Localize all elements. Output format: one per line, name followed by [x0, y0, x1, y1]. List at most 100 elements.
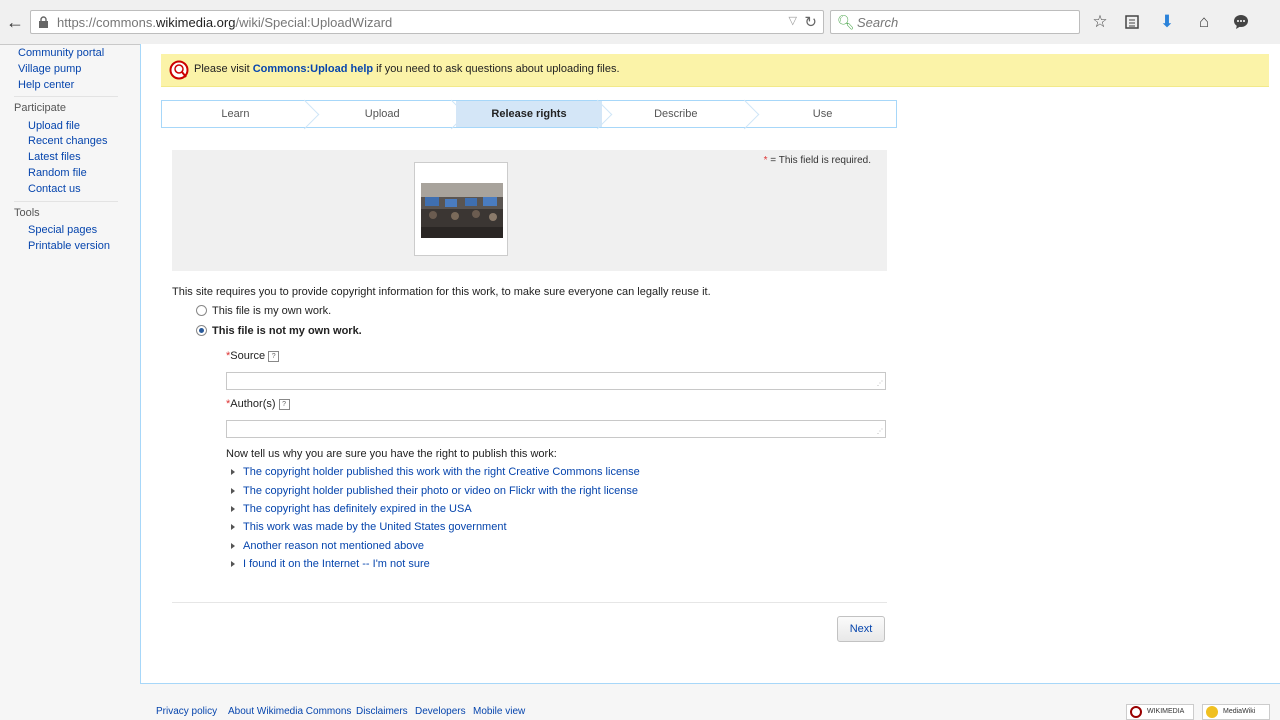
reason-label: The copyright holder published this work…	[243, 466, 640, 478]
url-text: https://commons.wikimedia.org/wiki/Speci…	[57, 15, 392, 30]
reason-creative-commons[interactable]: The copyright holder published this work…	[231, 466, 640, 478]
wizard-steps: Learn Upload Release rights Describe Use	[161, 99, 897, 130]
reason-not-sure[interactable]: I found it on the Internet -- I'm not su…	[231, 558, 430, 570]
resize-grip-icon[interactable]: ⋰	[877, 381, 884, 388]
help-notice: Please visit Commons:Upload help if you …	[161, 54, 1269, 87]
notice-text-before: Please visit	[194, 63, 253, 75]
footer-link-developers[interactable]: Developers	[415, 706, 466, 717]
footer-link-mobile-view[interactable]: Mobile view	[473, 706, 525, 717]
upload-help-link[interactable]: Commons:Upload help	[253, 63, 373, 75]
source-label: *Source?	[226, 350, 280, 362]
back-arrow-icon[interactable]: ←	[4, 11, 26, 33]
thumbnail-frame	[414, 162, 508, 256]
expand-arrow-icon	[231, 469, 235, 476]
step-release-rights[interactable]: Release rights	[455, 99, 613, 130]
wikimedia-badge[interactable]: WIKIMEDIA	[1126, 704, 1194, 720]
footer-link-about[interactable]: About Wikimedia Commons	[228, 706, 351, 717]
step-label: Describe	[654, 108, 698, 120]
step-label: Learn	[221, 108, 250, 120]
next-button[interactable]: Next	[837, 616, 885, 642]
rights-prompt: Now tell us why you are sure you have th…	[226, 448, 557, 460]
reason-label: The copyright has definitely expired in …	[243, 503, 472, 515]
download-icon[interactable]: ⬇	[1157, 12, 1177, 32]
help-icon[interactable]: ?	[268, 350, 280, 362]
sidebar-link-latest-files[interactable]: Latest files	[28, 151, 81, 163]
mediawiki-badge[interactable]: MediaWiki	[1202, 704, 1270, 720]
lock-icon	[39, 16, 48, 28]
author-field[interactable]: ⋰	[226, 420, 886, 438]
home-icon[interactable]: ⌂	[1194, 12, 1214, 32]
copyright-lead-text: This site requires you to provide copyri…	[172, 286, 711, 298]
not-own-work-radio[interactable]	[196, 325, 207, 336]
bookmark-star-icon[interactable]: ☆	[1090, 12, 1110, 32]
reason-other[interactable]: Another reason not mentioned above	[231, 540, 424, 552]
reason-us-government[interactable]: This work was made by the United States …	[231, 521, 507, 533]
uploaded-image-thumbnail[interactable]	[421, 183, 503, 238]
resize-grip-icon[interactable]: ⋰	[877, 429, 884, 436]
step-describe[interactable]: Describe	[602, 99, 760, 130]
source-label-text: Source	[230, 350, 266, 362]
wikimedia-logo-icon	[1130, 706, 1142, 718]
sidebar-link-random-file[interactable]: Random file	[28, 167, 87, 179]
reason-expired-usa[interactable]: The copyright has definitely expired in …	[231, 503, 472, 515]
required-note: * = This field is required.	[764, 155, 871, 166]
own-work-radio[interactable]	[196, 305, 207, 316]
file-preview-panel: * = This field is required.	[172, 150, 887, 271]
step-label: Upload	[364, 108, 400, 120]
notice-text: Please visit Commons:Upload help if you …	[194, 63, 620, 75]
not-own-work-label[interactable]: This file is not my own work.	[212, 325, 362, 337]
help-bubble-icon	[169, 60, 189, 80]
url-path: /wiki/Special:UploadWizard	[235, 15, 393, 30]
browser-toolbar: ← https://commons.wikimedia.org/wiki/Spe…	[0, 0, 1280, 45]
search-icon: 🔍︎	[837, 14, 855, 30]
reload-icon[interactable]: ↻	[804, 13, 817, 31]
main-content: Please visit Commons:Upload help if you …	[140, 44, 1280, 684]
sidebar-link-help-center[interactable]: Help center	[18, 79, 74, 91]
sidebar-link-contact-us[interactable]: Contact us	[28, 183, 81, 195]
url-prefix: https://commons.	[57, 15, 156, 30]
author-label: *Author(s)?	[226, 398, 290, 410]
url-domain: wikimedia.org	[155, 15, 236, 30]
step-learn[interactable]: Learn	[162, 99, 320, 130]
sidebar-link-recent-changes[interactable]: Recent changes	[28, 135, 108, 147]
mediawiki-logo-icon	[1206, 706, 1218, 718]
url-dropdown-icon[interactable]: ▽	[789, 14, 797, 27]
expand-arrow-icon	[231, 488, 235, 495]
footer-link-privacy[interactable]: Privacy policy	[156, 706, 217, 717]
help-icon[interactable]: ?	[278, 398, 290, 410]
step-upload[interactable]: Upload	[309, 99, 466, 130]
step-use[interactable]: Use	[749, 101, 896, 127]
sidebar-link-special-pages[interactable]: Special pages	[28, 224, 97, 236]
search-placeholder: Search	[857, 15, 899, 30]
mediawiki-badge-text: MediaWiki	[1223, 708, 1256, 715]
reason-label: The copyright holder published their pho…	[243, 485, 638, 497]
expand-arrow-icon	[231, 506, 235, 513]
step-label: Use	[812, 108, 833, 120]
required-note-text: = This field is required.	[767, 155, 871, 166]
sidebar-link-community-portal[interactable]: Community portal	[18, 47, 104, 59]
sidebar-link-village-pump[interactable]: Village pump	[18, 63, 81, 75]
reason-label: This work was made by the United States …	[243, 521, 507, 533]
expand-arrow-icon	[231, 561, 235, 568]
footer-link-disclaimers[interactable]: Disclaimers	[356, 706, 408, 717]
reason-flickr[interactable]: The copyright holder published their pho…	[231, 485, 638, 497]
step-label: Release rights	[491, 108, 567, 120]
chat-icon[interactable]	[1231, 12, 1251, 32]
search-box[interactable]: 🔍︎ Search	[830, 10, 1080, 34]
reading-list-icon[interactable]	[1122, 12, 1142, 32]
sidebar: Community portal Village pump Help cente…	[0, 44, 140, 684]
notice-text-after: if you need to ask questions about uploa…	[373, 63, 620, 75]
sidebar-divider	[14, 201, 118, 202]
sidebar-link-printable-version[interactable]: Printable version	[28, 240, 110, 252]
expand-arrow-icon	[231, 524, 235, 531]
sidebar-link-upload-file[interactable]: Upload file	[28, 120, 80, 132]
own-work-label[interactable]: This file is my own work.	[212, 305, 331, 317]
reason-label: I found it on the Internet -- I'm not su…	[243, 558, 430, 570]
expand-arrow-icon	[231, 543, 235, 550]
address-bar[interactable]: https://commons.wikimedia.org/wiki/Speci…	[30, 10, 824, 34]
sidebar-heading-tools: Tools	[14, 207, 40, 219]
source-field[interactable]: ⋰	[226, 372, 886, 390]
section-divider	[172, 602, 887, 603]
author-label-text: Author(s)	[230, 398, 276, 410]
sidebar-divider	[14, 96, 118, 97]
